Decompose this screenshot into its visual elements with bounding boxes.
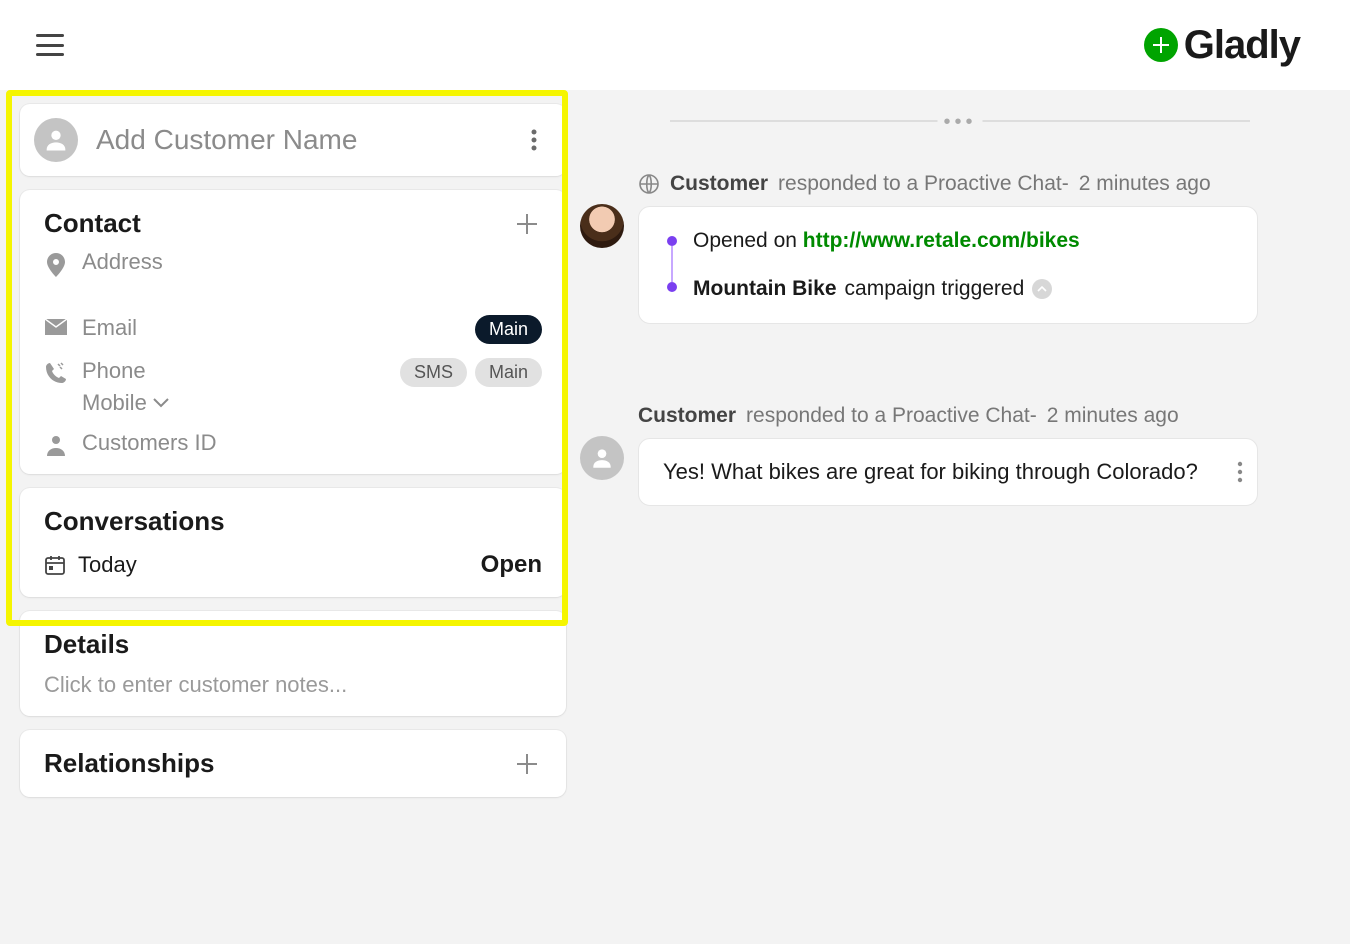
- conversation-date: Today: [78, 552, 137, 578]
- customer-avatar-icon: [34, 118, 78, 162]
- customer-message-card: Yes! What bikes are great for biking thr…: [638, 438, 1258, 506]
- contact-card: Contact Address Email: [20, 190, 566, 474]
- address-label: Address: [82, 249, 163, 275]
- address-row[interactable]: Address: [44, 249, 542, 277]
- proactive-chat-card: Opened on http://www.retale.com/bikes Mo…: [638, 206, 1258, 324]
- phone-type-dropdown[interactable]: Mobile: [82, 390, 386, 416]
- event-timestamp: 2 minutes ago: [1047, 404, 1179, 428]
- details-title: Details: [44, 629, 542, 660]
- conversations-card[interactable]: Conversations Today Open: [20, 488, 566, 597]
- main-body: Add Customer Name Contact Address: [0, 90, 1350, 944]
- email-row[interactable]: Email Main: [44, 315, 542, 344]
- envelope-icon: [44, 315, 68, 335]
- proactive-chat-event: Customer responded to a Proactive Chat- …: [580, 172, 1310, 324]
- phone-row[interactable]: Phone Mobile SMS Main: [44, 358, 542, 416]
- conversations-title: Conversations: [44, 506, 542, 537]
- opened-on-label: Opened on: [693, 229, 803, 252]
- opened-url-link[interactable]: http://www.retale.com/bikes: [803, 229, 1080, 252]
- message-menu-button[interactable]: [1237, 461, 1243, 483]
- chevron-down-icon: [153, 398, 169, 408]
- relationships-card: Relationships: [20, 730, 566, 797]
- customer-name-card: Add Customer Name: [20, 104, 566, 176]
- collapse-toggle[interactable]: [1032, 279, 1052, 299]
- menu-button[interactable]: [36, 34, 64, 56]
- calendar-icon: [44, 554, 66, 576]
- timeline-bullet-icon: [667, 282, 677, 292]
- timeline-panel: ••• Customer responded to a Proactive Ch…: [580, 90, 1350, 944]
- phone-sms-badge: SMS: [400, 358, 467, 387]
- phone-label: Phone: [82, 358, 146, 383]
- customer-id-row[interactable]: Customers ID: [44, 430, 542, 456]
- event-action: responded to a Proactive Chat-: [778, 172, 1069, 196]
- phone-icon: [44, 358, 68, 384]
- conversation-status: Open: [481, 551, 542, 579]
- customer-name-input[interactable]: Add Customer Name: [96, 124, 502, 156]
- brand-plus-icon: [1144, 28, 1178, 62]
- brand-logo: Gladly: [1144, 23, 1300, 68]
- location-pin-icon: [44, 249, 68, 277]
- event-actor: Customer: [670, 172, 768, 196]
- message-text: Yes! What bikes are great for biking thr…: [663, 459, 1198, 484]
- ellipsis-icon: •••: [937, 111, 982, 134]
- event-meta: Customer responded to a Proactive Chat- …: [638, 172, 1310, 196]
- event-meta: Customer responded to a Proactive Chat- …: [638, 404, 1310, 428]
- customer-message-event: Customer responded to a Proactive Chat- …: [580, 404, 1310, 506]
- person-icon: [44, 430, 68, 456]
- campaign-suffix: campaign triggered: [845, 277, 1025, 301]
- contact-title: Contact: [44, 208, 141, 239]
- details-card[interactable]: Details Click to enter customer notes...: [20, 611, 566, 716]
- event-action: responded to a Proactive Chat-: [746, 404, 1037, 428]
- details-placeholder: Click to enter customer notes...: [44, 672, 542, 698]
- left-panel: Add Customer Name Contact Address: [0, 90, 580, 944]
- add-relationship-button[interactable]: [512, 749, 542, 779]
- customer-menu-button[interactable]: [520, 126, 548, 154]
- campaign-name: Mountain Bike: [693, 277, 837, 301]
- customer-placeholder-avatar: [580, 436, 624, 480]
- add-contact-button[interactable]: [512, 209, 542, 239]
- event-timestamp: 2 minutes ago: [1079, 172, 1211, 196]
- customer-id-label: Customers ID: [82, 430, 216, 456]
- relationships-title: Relationships: [44, 748, 214, 779]
- globe-icon: [638, 173, 660, 195]
- event-actor: Customer: [638, 404, 736, 428]
- timeline-divider[interactable]: •••: [670, 120, 1250, 122]
- app-header: Gladly: [0, 0, 1350, 90]
- customer-photo-avatar: [580, 204, 624, 248]
- timeline-connector: [671, 246, 673, 282]
- phone-subtype-label: Mobile: [82, 390, 147, 416]
- email-main-badge: Main: [475, 315, 542, 344]
- email-label: Email: [82, 315, 137, 341]
- brand-name: Gladly: [1184, 23, 1300, 68]
- timeline-bullet-icon: [667, 236, 677, 246]
- phone-main-badge: Main: [475, 358, 542, 387]
